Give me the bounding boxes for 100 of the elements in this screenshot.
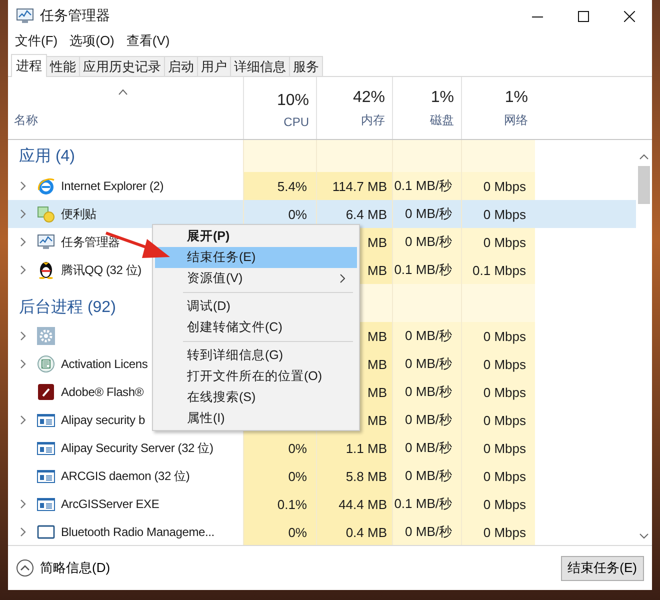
selected-process-row[interactable]: 便利贴 0% 6.4 MB 0 MB/秒 0 Mbps	[8, 200, 636, 228]
process-name: Activation Licens	[61, 357, 148, 371]
table-cell: 0%	[243, 462, 316, 490]
end-task-button[interactable]: 结束任务(E)	[560, 556, 644, 580]
table-cell: 0.4 MB	[316, 518, 392, 545]
table-cell: 0.1 Mbps	[461, 256, 535, 284]
process-name: Adobe® Flash®	[61, 385, 144, 399]
close-icon	[624, 10, 634, 22]
process-name: Alipay Security Server (32 位)	[61, 440, 214, 456]
tab[interactable]: 应用历史记录	[79, 56, 165, 76]
sort-icon	[118, 89, 128, 95]
table-cell: 0 MB/秒	[392, 518, 461, 545]
expand-icon[interactable]	[20, 237, 26, 247]
window-title: 任务管理器	[40, 7, 110, 25]
monitor-icon	[37, 233, 55, 251]
menu-item[interactable]: 文件(F)	[15, 32, 58, 50]
table-cell: 0 Mbps	[461, 490, 535, 518]
tab[interactable]: 启动	[164, 56, 198, 76]
usage-percent: 10%	[276, 92, 309, 110]
table-cell: 0%	[243, 518, 316, 545]
scroll-down-icon[interactable]	[639, 533, 649, 539]
table-cell: 0 Mbps	[461, 172, 535, 200]
process-name: ARCGIS daemon (32 位)	[61, 468, 190, 484]
maximize-icon	[578, 10, 588, 22]
browser-icon	[37, 177, 55, 195]
expand-icon[interactable]	[20, 265, 26, 275]
usage-percent: 1%	[504, 89, 528, 107]
process-name: Internet Explorer (2)	[61, 179, 164, 193]
collapse-icon	[16, 559, 34, 577]
scroll-up-icon[interactable]	[639, 154, 649, 160]
table-cell: 114.7 MB	[316, 172, 392, 200]
table-cell: 5.4%	[243, 172, 316, 200]
column-header[interactable]: 网络	[504, 112, 528, 129]
table-cell: 1.1 MB	[316, 434, 392, 462]
table-cell: 44.4 MB	[316, 490, 392, 518]
column-header[interactable]: CPU	[284, 115, 309, 129]
expand-icon[interactable]	[20, 181, 26, 191]
expand-icon[interactable]	[20, 359, 26, 369]
context-menu-item[interactable]: 结束任务(E)	[155, 247, 357, 268]
scrollbar-thumb[interactable]	[638, 166, 650, 204]
gear-icon	[37, 327, 55, 345]
tab[interactable]: 服务	[289, 56, 323, 76]
table-cell: 0 MB/秒	[392, 228, 461, 256]
table-cell	[392, 284, 461, 322]
table-cell: 0 Mbps	[461, 406, 535, 434]
column-header[interactable]: 磁盘	[430, 112, 454, 129]
table-cell: 0 Mbps	[461, 350, 535, 378]
expand-icon[interactable]	[20, 209, 26, 219]
context-menu-item[interactable]: 调试(D)	[155, 296, 357, 317]
process-name: ArcGISServer EXE	[61, 497, 160, 511]
table-cell: 0 Mbps	[461, 462, 535, 490]
expand-icon[interactable]	[20, 415, 26, 425]
table-cell: 0 Mbps	[461, 322, 535, 350]
table-cell: 0.1 MB/秒	[392, 256, 461, 284]
table-cell: 0 MB/秒	[392, 378, 461, 406]
window-icon	[37, 412, 55, 428]
expand-icon[interactable]	[20, 331, 26, 341]
menu-item[interactable]: 选项(O)	[70, 32, 114, 50]
process-name: Bluetooth Radio Manageme...	[61, 525, 214, 539]
group-header: 应用 (4)	[19, 146, 75, 166]
table-cell: 0 MB/秒	[392, 350, 461, 378]
table-cell: 0 MB/秒	[392, 406, 461, 434]
window-icon	[37, 468, 55, 484]
tab[interactable]: 进程	[11, 54, 47, 77]
table-cell	[392, 140, 461, 172]
process-name: Alipay security b	[61, 413, 145, 427]
table-cell: 0 Mbps	[461, 518, 535, 545]
table-cell: 0 Mbps	[461, 378, 535, 406]
process-name: 腾讯QQ (32 位)	[61, 262, 142, 278]
flash-icon	[37, 383, 55, 401]
column-header[interactable]: 名称	[14, 112, 38, 129]
table-cell: 0.1%	[243, 490, 316, 518]
fewer-details-toggle[interactable]: 简略信息(D)	[16, 559, 110, 577]
window-icon	[37, 440, 55, 456]
column-header[interactable]: 内存	[361, 112, 385, 129]
table-cell: 0.1 MB/秒	[392, 490, 461, 518]
table-cell: 0.1 MB/秒	[392, 172, 461, 200]
table-cell: 0 Mbps	[461, 228, 535, 256]
window-icon	[37, 496, 55, 512]
tab[interactable]: 性能	[46, 56, 80, 76]
expand-icon[interactable]	[20, 499, 26, 509]
window-icon	[37, 524, 55, 540]
monitor-icon	[16, 8, 34, 24]
document-icon	[37, 355, 55, 373]
table-cell: 0%	[243, 434, 316, 462]
usage-percent: 42%	[352, 89, 385, 107]
menu-item[interactable]: 查看(V)	[126, 32, 170, 50]
usage-percent: 1%	[430, 89, 454, 107]
tab[interactable]: 用户	[197, 56, 231, 76]
sticky-notes-icon	[37, 205, 55, 223]
table-cell: 0 MB/秒	[392, 462, 461, 490]
table-cell: 0 MB/秒	[392, 322, 461, 350]
table-cell: 5.8 MB	[316, 462, 392, 490]
process-name: 便利贴	[61, 206, 96, 222]
penguin-icon	[37, 261, 55, 279]
expand-icon[interactable]	[20, 527, 26, 537]
table-cell: 0 Mbps	[461, 434, 535, 462]
group-header: 后台进程 (92)	[19, 298, 116, 318]
table-cell: 0 MB/秒	[392, 434, 461, 462]
tab[interactable]: 详细信息	[230, 56, 290, 76]
